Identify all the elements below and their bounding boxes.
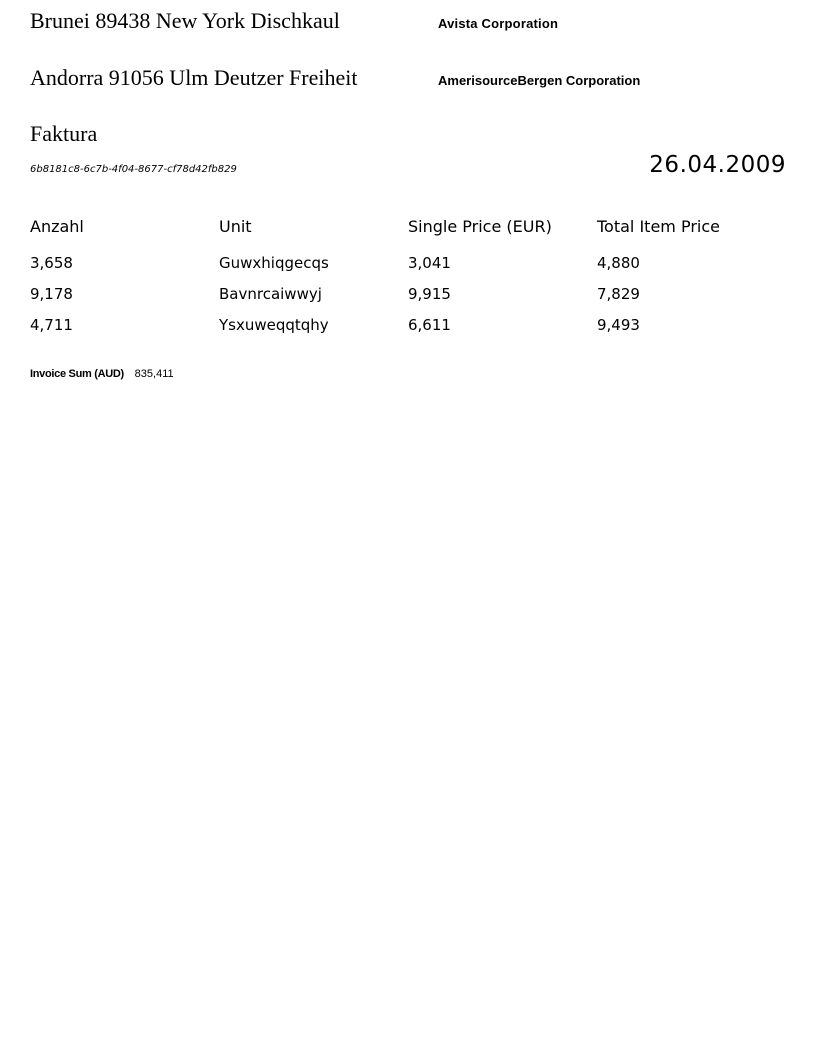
table-row: 3,658 Guwxhiqgecqs 3,041 4,880: [30, 247, 790, 278]
cell-total-price: 9,493: [597, 315, 640, 334]
cell-single-price: 3,041: [408, 253, 451, 272]
recipient-company: AmerisourceBergen Corporation: [438, 73, 641, 88]
line-items-table: Anzahl Unit Single Price (EUR) Total Ite…: [30, 212, 790, 340]
invoice-sum: Invoice Sum (AUD) 835,411: [30, 368, 174, 380]
header-unit: Unit: [219, 216, 252, 236]
table-header-row: Anzahl Unit Single Price (EUR) Total Ite…: [30, 212, 790, 240]
cell-quantity: 4,711: [30, 315, 73, 334]
cell-quantity: 9,178: [30, 284, 73, 303]
cell-unit: Guwxhiqgecqs: [219, 253, 329, 272]
cell-total-price: 7,829: [597, 284, 640, 303]
header-single-price: Single Price (EUR): [408, 216, 552, 236]
table-row: 4,711 Ysxuweqqtqhy 6,611 9,493: [30, 309, 790, 340]
invoice-id: 6b8181c8-6c7b-4f04-8677-cf78d42fb829: [30, 164, 237, 175]
recipient-address: Andorra 91056 Ulm Deutzer Freiheit: [30, 65, 358, 90]
invoice-date: 26.04.2009: [649, 152, 786, 178]
cell-unit: Ysxuweqqtqhy: [219, 315, 329, 334]
sender-company: Avista Corporation: [438, 16, 559, 31]
document-title: Faktura: [30, 121, 98, 146]
sender-address: Brunei 89438 New York Dischkaul: [30, 8, 340, 33]
cell-unit: Bavnrcaiwwyj: [219, 284, 322, 303]
cell-total-price: 4,880: [597, 253, 640, 272]
invoice-sum-value: 835,411: [134, 368, 174, 380]
cell-quantity: 3,658: [30, 253, 73, 272]
cell-single-price: 9,915: [408, 284, 451, 303]
invoice-sum-label: Invoice Sum (AUD): [30, 368, 124, 380]
header-quantity: Anzahl: [30, 216, 84, 236]
cell-single-price: 6,611: [408, 315, 451, 334]
table-row: 9,178 Bavnrcaiwwyj 9,915 7,829: [30, 278, 790, 309]
header-total-price: Total Item Price: [597, 216, 720, 236]
